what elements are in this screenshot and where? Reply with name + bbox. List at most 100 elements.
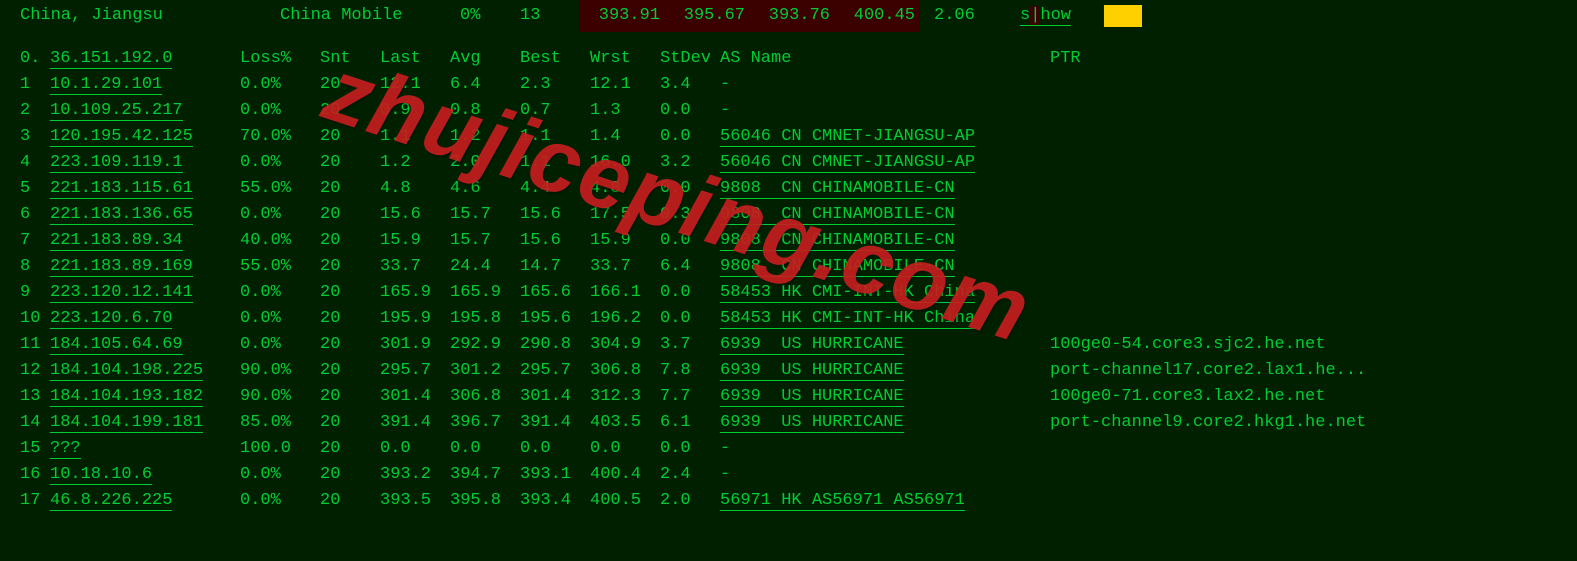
hop-as-link[interactable]: 56046 CN CMNET-JIANGSU-AP xyxy=(720,153,975,173)
hop-loss: 0.0% xyxy=(240,98,320,124)
hop-snt: 20 xyxy=(320,228,380,254)
hop-last: 393.5 xyxy=(380,488,450,514)
hop-last: 301.9 xyxy=(380,332,450,358)
hop-loss: 0.0% xyxy=(240,332,320,358)
hop-snt: 20 xyxy=(320,124,380,150)
hop-as-link[interactable]: 6939 US HURRICANE xyxy=(720,335,904,355)
col-avg-header: Avg xyxy=(450,46,520,72)
hop-as-link[interactable]: 9808 CN CHINAMOBILE-CN xyxy=(720,205,955,225)
col-ptr-header: PTR xyxy=(1050,46,1577,72)
table-row: 11184.105.64.690.0%20301.9292.9290.8304.… xyxy=(0,332,1577,358)
hop-index: 16 xyxy=(0,462,50,488)
hop-wrst: 196.2 xyxy=(590,306,660,332)
hop-ip-link[interactable]: 184.105.64.69 xyxy=(50,335,183,355)
hdr-count: 13 xyxy=(520,0,580,32)
hop-as-link[interactable]: 9808 CN CHINAMOBILE-CN xyxy=(720,179,955,199)
hop-as-link[interactable]: 6939 US HURRICANE xyxy=(720,361,904,381)
hop-loss: 0.0% xyxy=(240,306,320,332)
hop-as: 58453 HK CMI-INT-HK China xyxy=(720,306,1050,332)
hop-ip-link[interactable]: 223.120.12.141 xyxy=(50,283,193,303)
hop-ip: 223.120.6.70 xyxy=(50,306,240,332)
hop-snt: 20 xyxy=(320,202,380,228)
hop-loss: 85.0% xyxy=(240,410,320,436)
hop-snt: 20 xyxy=(320,358,380,384)
hop-ip-link[interactable]: 221.183.136.65 xyxy=(50,205,193,225)
hop-index: 15 xyxy=(0,436,50,462)
hop-as-link[interactable]: 6939 US HURRICANE xyxy=(720,413,904,433)
hop-ip: 184.104.199.181 xyxy=(50,410,240,436)
lat2: 395.67 xyxy=(665,0,750,32)
hop-ip: 223.120.12.141 xyxy=(50,280,240,306)
hop-ip-link[interactable]: 10.1.29.101 xyxy=(50,75,162,95)
hop-as-link[interactable]: 56971 HK AS56971 AS56971 xyxy=(720,491,965,511)
hop-best: 15.6 xyxy=(520,228,590,254)
hop-ip-link[interactable]: 184.104.198.225 xyxy=(50,361,203,381)
hop-stdev: 2.0 xyxy=(660,488,720,514)
col-ip-header: 36.151.192.0 xyxy=(50,46,240,72)
hop-ip-link[interactable]: 46.8.226.225 xyxy=(50,491,172,511)
hop-ip: 184.104.198.225 xyxy=(50,358,240,384)
hop-best: 393.4 xyxy=(520,488,590,514)
hop-avg: 396.7 xyxy=(450,410,520,436)
hop-ip-link[interactable]: ??? xyxy=(50,439,81,459)
hop-ip-link[interactable]: 221.183.89.34 xyxy=(50,231,183,251)
hop-loss: 40.0% xyxy=(240,228,320,254)
hop-ip-link[interactable]: 184.104.193.182 xyxy=(50,387,203,407)
hop-as-link[interactable]: 56046 CN CMNET-JIANGSU-AP xyxy=(720,127,975,147)
hop-avg: 301.2 xyxy=(450,358,520,384)
cursor-icon: | xyxy=(1030,6,1040,25)
hop-wrst: 16.0 xyxy=(590,150,660,176)
hop-avg: 4.6 xyxy=(450,176,520,202)
hop-best: 165.6 xyxy=(520,280,590,306)
col-idx-header: 0. xyxy=(0,46,50,72)
hop-ip-link[interactable]: 223.109.119.1 xyxy=(50,153,183,173)
hop-snt: 20 xyxy=(320,384,380,410)
hop-ip-link[interactable]: 221.183.115.61 xyxy=(50,179,193,199)
isp: China Mobile xyxy=(280,0,460,32)
hop-loss: 100.0 xyxy=(240,436,320,462)
hop-loss: 0.0% xyxy=(240,280,320,306)
hop-ptr: 100ge0-54.core3.sjc2.he.net xyxy=(1050,332,1577,358)
hop-stdev: 6.4 xyxy=(660,254,720,280)
col-loss-header: Loss% xyxy=(240,46,320,72)
hop-as: 6939 US HURRICANE xyxy=(720,410,1050,436)
hop-as-link[interactable]: 6939 US HURRICANE xyxy=(720,387,904,407)
hop-ptr xyxy=(1050,176,1577,202)
hop-last: 15.9 xyxy=(380,228,450,254)
hop-as-link[interactable]: 9808 CN CHINAMOBILE-CN xyxy=(720,231,955,251)
hop-as: 6939 US HURRICANE xyxy=(720,332,1050,358)
table-row: 9223.120.12.1410.0%20165.9165.9165.6166.… xyxy=(0,280,1577,306)
hop-stdev: 0.3 xyxy=(660,202,720,228)
hop-ip-link[interactable]: 10.18.10.6 xyxy=(50,465,152,485)
traceroute-table: 0. 36.151.192.0 Loss% Snt Last Avg Best … xyxy=(0,32,1577,514)
hop-ip-link[interactable]: 120.195.42.125 xyxy=(50,127,193,147)
show-link[interactable]: s|how xyxy=(994,0,1090,32)
hop-as-link[interactable]: 58453 HK CMI-INT-HK China xyxy=(720,283,975,303)
hop-ip-link[interactable]: 184.104.199.181 xyxy=(50,413,203,433)
hop-as: - xyxy=(720,72,1050,98)
hop-ip-link[interactable]: 10.109.25.217 xyxy=(50,101,183,121)
hop-avg: 394.7 xyxy=(450,462,520,488)
hop-last: 195.9 xyxy=(380,306,450,332)
col-best-header: Best xyxy=(520,46,590,72)
hop-stdev: 0.0 xyxy=(660,228,720,254)
hop-as-link[interactable]: 58453 HK CMI-INT-HK China xyxy=(720,309,975,329)
hop-ip-link[interactable]: 223.120.6.70 xyxy=(50,309,172,329)
hop-wrst: 304.9 xyxy=(590,332,660,358)
lat4: 400.45 xyxy=(835,0,920,32)
hop-index: 11 xyxy=(0,332,50,358)
hop-as: 9808 CN CHINAMOBILE-CN xyxy=(720,254,1050,280)
hop-as: 56971 HK AS56971 AS56971 xyxy=(720,488,1050,514)
hop-wrst: 1.4 xyxy=(590,124,660,150)
hop-loss: 0.0% xyxy=(240,72,320,98)
hop-as-link[interactable]: 9808 CN CHINAMOBILE-CN xyxy=(720,257,955,277)
hop-ip-link[interactable]: 221.183.89.169 xyxy=(50,257,193,277)
hop-ip: 46.8.226.225 xyxy=(50,488,240,514)
hop-best: 1.1 xyxy=(520,124,590,150)
hop-best: 290.8 xyxy=(520,332,590,358)
hop-last: 165.9 xyxy=(380,280,450,306)
hop-ip: 184.105.64.69 xyxy=(50,332,240,358)
hop-stdev: 3.4 xyxy=(660,72,720,98)
hop-wrst: 17.5 xyxy=(590,202,660,228)
hop-ip: 221.183.89.169 xyxy=(50,254,240,280)
